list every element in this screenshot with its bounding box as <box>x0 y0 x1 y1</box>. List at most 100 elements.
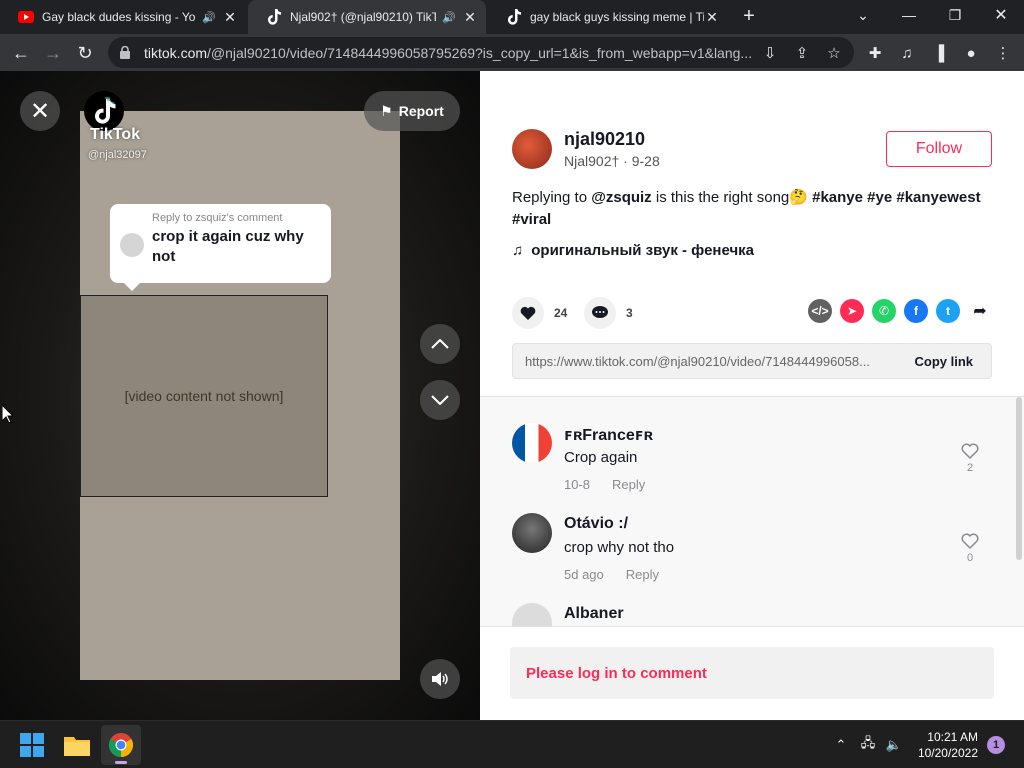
close-video-button[interactable]: ✕ <box>20 91 60 131</box>
notification-badge[interactable]: 1 <box>987 736 1005 754</box>
heart-outline-icon <box>961 443 979 460</box>
tab-search-icon[interactable]: ⌄ <box>840 0 886 30</box>
chevron-down-icon <box>431 395 449 405</box>
reply-text: crop it again cuz why not <box>152 228 304 265</box>
reload-button[interactable]: ↻ <box>72 40 98 66</box>
share-url-text[interactable]: https://www.tiktok.com/@njal90210/video/… <box>525 354 896 369</box>
tab-tiktok-profile[interactable]: Njal902† (@njal90210) TikTo 🔊 ✕ <box>248 0 486 34</box>
comment-author[interactable]: Albaner <box>564 605 624 623</box>
close-tab-icon[interactable]: ✕ <box>222 9 238 26</box>
previous-video-button[interactable] <box>420 324 460 364</box>
avatar <box>120 233 144 257</box>
close-tab-icon[interactable]: ✕ <box>462 9 478 26</box>
music-link[interactable]: ♫ оригинальный звук - фенечка <box>512 242 754 259</box>
comment-count: 3 <box>626 306 633 320</box>
tab-tiktok-search[interactable]: gay black guys kissing meme | Ti ✕ <box>488 0 728 34</box>
video-details-panel: njal90210 Njal902† · 9-28 Follow Replyin… <box>480 71 1024 720</box>
reply-button[interactable]: Reply <box>612 477 645 492</box>
embed-icon[interactable]: </> <box>808 299 832 323</box>
tab-youtube[interactable]: Gay black dudes kissing - Yo 🔊 ✕ <box>0 0 246 34</box>
reply-comment-sticker: Reply to zsquiz's comment crop it again … <box>110 204 331 291</box>
video-content-placeholder: [video content not shown] <box>80 295 328 497</box>
follow-button[interactable]: Follow <box>886 131 992 167</box>
lock-icon[interactable] <box>120 46 136 59</box>
bookmark-star-icon[interactable]: ☆ <box>820 37 848 68</box>
close-tab-icon[interactable]: ✕ <box>704 9 720 26</box>
author-avatar[interactable] <box>512 129 552 169</box>
chevron-up-icon[interactable]: ⌃ <box>830 721 852 768</box>
comment-icon[interactable] <box>584 297 616 329</box>
tiktok-icon <box>506 9 522 25</box>
login-to-comment-button[interactable]: Please log in to comment <box>510 647 994 699</box>
volume-button[interactable] <box>420 659 460 699</box>
minimize-button[interactable]: — <box>886 0 932 30</box>
browser-toolbar: ← → ↻ tiktok.com/@njal90210/video/714844… <box>0 34 1024 71</box>
clock-time: 10:21 AM <box>927 730 978 744</box>
twitter-icon[interactable]: t <box>936 299 960 323</box>
chevron-up-icon <box>431 339 449 349</box>
tiktok-watermark: TikTok <box>90 126 141 143</box>
chrome-icon[interactable] <box>101 725 141 765</box>
install-app-icon[interactable]: ⇩ <box>756 37 784 68</box>
comments-scrollbar[interactable] <box>1016 397 1022 560</box>
reply-to-label: Reply to zsquiz's comment <box>152 212 283 224</box>
copy-link-button[interactable]: Copy link <box>896 354 991 369</box>
share-arrow-icon[interactable]: ➦ <box>968 299 992 323</box>
share-link-box: https://www.tiktok.com/@njal90210/video/… <box>512 343 992 379</box>
caption-mention[interactable]: @zsquiz <box>591 189 651 206</box>
avatar[interactable] <box>512 513 552 553</box>
file-explorer-icon[interactable] <box>57 725 97 765</box>
flag-icon: ⚑ <box>380 102 393 119</box>
tiktok-logo-icon <box>84 91 124 131</box>
next-video-button[interactable] <box>420 380 460 420</box>
like-stat[interactable]: 24 <box>512 297 567 329</box>
heart-outline-icon <box>961 533 979 550</box>
report-button[interactable]: ⚑ Report <box>364 91 460 131</box>
menu-icon[interactable]: ⋮ <box>990 40 1016 66</box>
speaker-icon[interactable]: 🔊 <box>202 11 216 24</box>
mouse-cursor-icon <box>1 403 15 428</box>
send-to-friends-icon[interactable]: ➤ <box>840 299 864 323</box>
speaker-icon[interactable]: 🔊 <box>442 11 456 24</box>
reply-button[interactable]: Reply <box>626 567 659 582</box>
volume-icon[interactable]: 🔈 <box>882 721 906 768</box>
close-window-button[interactable]: ✕ <box>978 0 1024 30</box>
system-clock[interactable]: 10:21 AM 10/20/2022 <box>908 729 978 761</box>
tab-title: Gay black dudes kissing - Yo <box>42 10 196 24</box>
profile-icon[interactable]: ● <box>958 40 984 66</box>
extensions-icon[interactable]: ✚ <box>862 40 888 66</box>
comment-author[interactable]: ꜰʀFranceꜰʀ <box>564 425 653 445</box>
tab-strip: Gay black dudes kissing - Yo 🔊 ✕ Njal902… <box>0 0 1024 34</box>
back-button[interactable]: ← <box>8 40 34 66</box>
network-icon[interactable]: 🖧 <box>856 721 880 768</box>
whatsapp-icon[interactable]: ✆ <box>872 299 896 323</box>
list-item: ꜰʀFranceꜰʀ Crop again 10-8 Reply 2 <box>512 423 992 493</box>
video-frame[interactable]: [video content not shown] <box>80 111 400 680</box>
comment-date: 5d ago <box>564 567 604 582</box>
side-panel-icon[interactable]: ▐ <box>926 40 952 66</box>
comment-stat[interactable]: 3 <box>584 297 633 329</box>
avatar[interactable] <box>512 603 552 626</box>
comment-like[interactable]: 0 <box>960 533 980 564</box>
address-bar[interactable]: tiktok.com/@njal90210/video/714844499605… <box>108 37 854 68</box>
share-icon[interactable]: ⇪ <box>788 37 816 68</box>
comment-list: ꜰʀFranceꜰʀ Crop again 10-8 Reply 2 Otávi… <box>480 396 1024 626</box>
author-nickname-date: Njal902† · 9-28 <box>564 153 660 169</box>
windows-start-icon[interactable] <box>12 725 52 765</box>
restore-button[interactable]: ❐ <box>932 0 978 30</box>
new-tab-button[interactable]: + <box>737 5 761 28</box>
comment-like-count: 0 <box>966 552 974 564</box>
video-player: [video content not shown] ✕ ⚑ Report Tik… <box>0 71 480 720</box>
forward-button[interactable]: → <box>40 40 66 66</box>
watermark-handle: @njal32097 <box>88 149 147 161</box>
heart-icon[interactable] <box>512 297 544 329</box>
facebook-icon[interactable]: f <box>904 299 928 323</box>
author-username[interactable]: njal90210 <box>564 129 645 150</box>
windows-taskbar: ⌃ 🖧 🔈 10:21 AM 10/20/2022 1 <box>0 720 1024 768</box>
speaker-icon <box>432 672 448 686</box>
media-control-icon[interactable]: ♫ <box>894 40 920 66</box>
comment-author[interactable]: Otávio :/ <box>564 515 628 533</box>
video-caption: Replying to @zsquiz is this the right so… <box>512 189 981 228</box>
comment-like[interactable]: 2 <box>960 443 980 474</box>
avatar[interactable] <box>512 423 552 463</box>
